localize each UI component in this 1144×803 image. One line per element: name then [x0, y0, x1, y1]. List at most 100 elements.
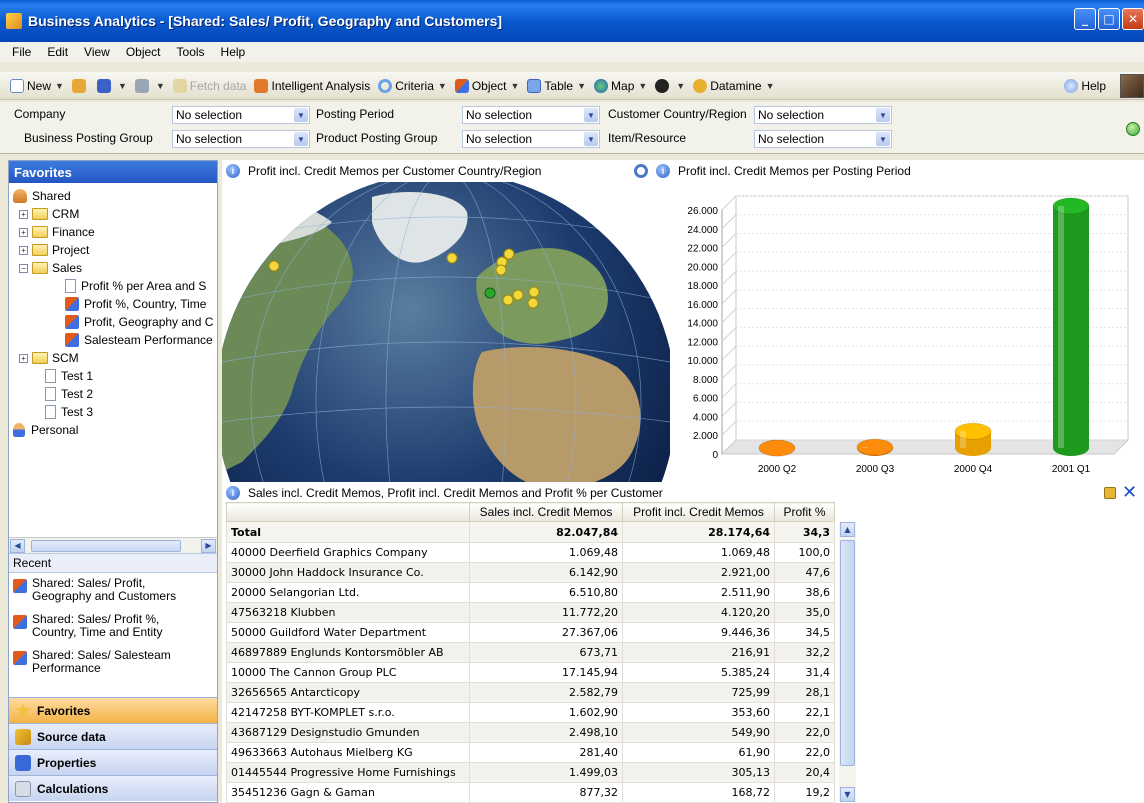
column-header[interactable]: Sales incl. Credit Memos — [469, 502, 623, 522]
tree-item-project[interactable]: + Project — [9, 241, 217, 259]
scroll-thumb[interactable] — [31, 540, 181, 552]
info-icon[interactable]: i — [656, 164, 670, 178]
tree-item-scm[interactable]: + SCM — [9, 349, 217, 367]
recent-item[interactable]: Shared: Sales/ Salesteam Performance — [9, 645, 217, 681]
info-icon[interactable]: i — [226, 164, 240, 178]
scroll-up-icon[interactable]: ▲ — [840, 522, 855, 537]
globe-map[interactable] — [222, 182, 670, 482]
tree-item-report[interactable]: Salesteam Performance — [9, 331, 217, 349]
map-marker[interactable] — [495, 264, 507, 276]
tree-item-report[interactable]: Profit, Geography and C — [9, 313, 217, 331]
tree-item-test[interactable]: Test 3 — [9, 403, 217, 421]
expand-icon[interactable]: + — [19, 209, 28, 219]
map-marker[interactable] — [528, 286, 540, 298]
help-button[interactable]: Help — [1064, 79, 1106, 93]
criteria-button[interactable]: Criteria ▼ — [378, 78, 447, 93]
tree-item-shared[interactable]: Shared — [9, 187, 217, 205]
product-posting-group-select[interactable]: No selection ▼ — [462, 130, 600, 148]
tree-item-test[interactable]: Test 2 — [9, 385, 217, 403]
object-button[interactable]: Object ▼ — [454, 78, 519, 93]
info-icon[interactable]: i — [226, 486, 240, 500]
menu-view[interactable]: View — [84, 45, 110, 59]
bomb-button[interactable]: ▼ — [655, 78, 685, 93]
map-marker[interactable] — [268, 260, 280, 272]
business-posting-group-select[interactable]: No selection ▼ — [172, 130, 310, 148]
minimize-button[interactable]: _ — [1074, 8, 1096, 30]
map-marker[interactable] — [446, 252, 458, 264]
menu-help[interactable]: Help — [221, 45, 246, 59]
lock-icon[interactable] — [1104, 487, 1116, 499]
y-tick-label: 4.000 — [693, 412, 718, 423]
table-row[interactable]: 42147258 BYT-KOMPLET s.r.o. 1.602,90 353,6… — [226, 702, 835, 723]
new-button[interactable]: New ▼ — [10, 78, 64, 93]
table-row[interactable]: 35451236 Gagn & Gaman 877,32 168,72 19,2 — [226, 782, 835, 803]
posting-period-select[interactable]: No selection ▼ — [462, 106, 600, 124]
scroll-right-icon[interactable]: ▶ — [201, 539, 216, 553]
map-marker[interactable] — [512, 289, 524, 301]
chevron-down-icon: ▼ — [876, 132, 890, 146]
collapse-icon[interactable]: − — [19, 263, 28, 273]
total-row[interactable]: Total 82.047,84 28.174,64 34,3 — [226, 521, 835, 543]
datamine-button[interactable]: Datamine ▼ — [693, 78, 775, 93]
map-marker[interactable] — [527, 297, 539, 309]
table-row[interactable]: 32656565 Antarcticopy 2.582,79 725,99 28,1 — [226, 682, 835, 703]
table-row[interactable]: 20000 Selangorian Ltd. 6.510,80 2.511,90 38… — [226, 582, 835, 603]
scroll-down-icon[interactable]: ▼ — [840, 787, 855, 802]
menu-object[interactable]: Object — [126, 45, 161, 59]
save-button[interactable]: ▼ — [96, 78, 127, 93]
map-marker[interactable] — [503, 248, 515, 260]
customer-country-select[interactable]: No selection ▼ — [754, 106, 892, 124]
zoom-icon[interactable] — [634, 164, 648, 178]
table-row[interactable]: 01445544 Progressive Home Furnishings 1.4… — [226, 762, 835, 783]
tree-item-crm[interactable]: + CRM — [9, 205, 217, 223]
item-resource-select[interactable]: No selection ▼ — [754, 130, 892, 148]
table-row[interactable]: 10000 The Cannon Group PLC 17.145,94 5.385… — [226, 662, 835, 683]
close-button[interactable]: ✕ — [1122, 8, 1144, 30]
tree-item-personal[interactable]: Personal — [9, 421, 217, 439]
vertical-scrollbar[interactable]: ▲ ▼ — [839, 522, 856, 802]
column-header[interactable] — [226, 502, 470, 522]
table-row[interactable]: 46897889 Englunds Kontorsmöbler AB 673,71… — [226, 642, 835, 663]
landmass-europe — [476, 248, 608, 344]
tree-item-report[interactable]: Profit %, Country, Time — [9, 295, 217, 313]
recent-item[interactable]: Shared: Sales/ Profit, Geography and Cust… — [9, 573, 217, 609]
close-icon[interactable]: ✕ — [1122, 482, 1137, 503]
menu-edit[interactable]: Edit — [47, 45, 68, 59]
tree-item-report[interactable]: Profit % per Area and S — [9, 277, 217, 295]
status-indicator-icon[interactable] — [1126, 122, 1140, 136]
open-button[interactable] — [71, 78, 89, 93]
table-row[interactable]: 40000 Deerfield Graphics Company 1.069,48… — [226, 542, 835, 563]
expand-icon[interactable]: + — [19, 227, 28, 237]
menu-file[interactable]: File — [12, 45, 31, 59]
maximize-button[interactable]: □ — [1098, 8, 1120, 30]
tree-item-sales[interactable]: − Sales — [9, 259, 217, 277]
map-marker[interactable] — [484, 287, 496, 299]
nav-source-data[interactable]: Source data — [9, 723, 217, 749]
nav-properties[interactable]: Properties — [9, 749, 217, 775]
menu-tools[interactable]: Tools — [177, 45, 205, 59]
tree-item-test[interactable]: Test 1 — [9, 367, 217, 385]
nav-favorites[interactable]: Favorites — [9, 697, 217, 723]
print-button[interactable]: ▼ — [134, 78, 165, 93]
scroll-left-icon[interactable]: ◀ — [10, 539, 25, 553]
map-marker[interactable] — [502, 294, 514, 306]
recent-item[interactable]: Shared: Sales/ Profit %, Country, Time an… — [9, 609, 217, 645]
table-row[interactable]: 50000 Guildford Water Department 27.367,0… — [226, 622, 835, 643]
expand-icon[interactable]: + — [19, 353, 28, 363]
table-row[interactable]: 49633663 Autohaus Mielberg KG 281,40 61,90… — [226, 742, 835, 763]
table-row[interactable]: 43687129 Designstudio Gmunden 2.498,10 549… — [226, 722, 835, 743]
column-header[interactable]: Profit % — [774, 502, 835, 522]
table-button[interactable]: Table ▼ — [527, 78, 586, 93]
tree-item-finance[interactable]: + Finance — [9, 223, 217, 241]
horizontal-scrollbar[interactable]: ◀ ▶ — [9, 537, 217, 553]
company-select[interactable]: No selection ▼ — [172, 106, 310, 124]
nav-calculations[interactable]: Calculations — [9, 775, 217, 801]
scroll-thumb[interactable] — [840, 540, 855, 766]
column-header[interactable]: Profit incl. Credit Memos — [622, 502, 775, 522]
map-button[interactable]: Map ▼ — [594, 78, 647, 93]
fetch-data-button[interactable]: Fetch data — [172, 78, 246, 93]
table-row[interactable]: 30000 John Haddock Insurance Co. 6.142,90… — [226, 562, 835, 583]
intelligent-analysis-button[interactable]: Intelligent Analysis — [254, 78, 370, 93]
expand-icon[interactable]: + — [19, 245, 28, 255]
table-row[interactable]: 47563218 Klubben 11.772,20 4.120,20 35,0 — [226, 602, 835, 623]
